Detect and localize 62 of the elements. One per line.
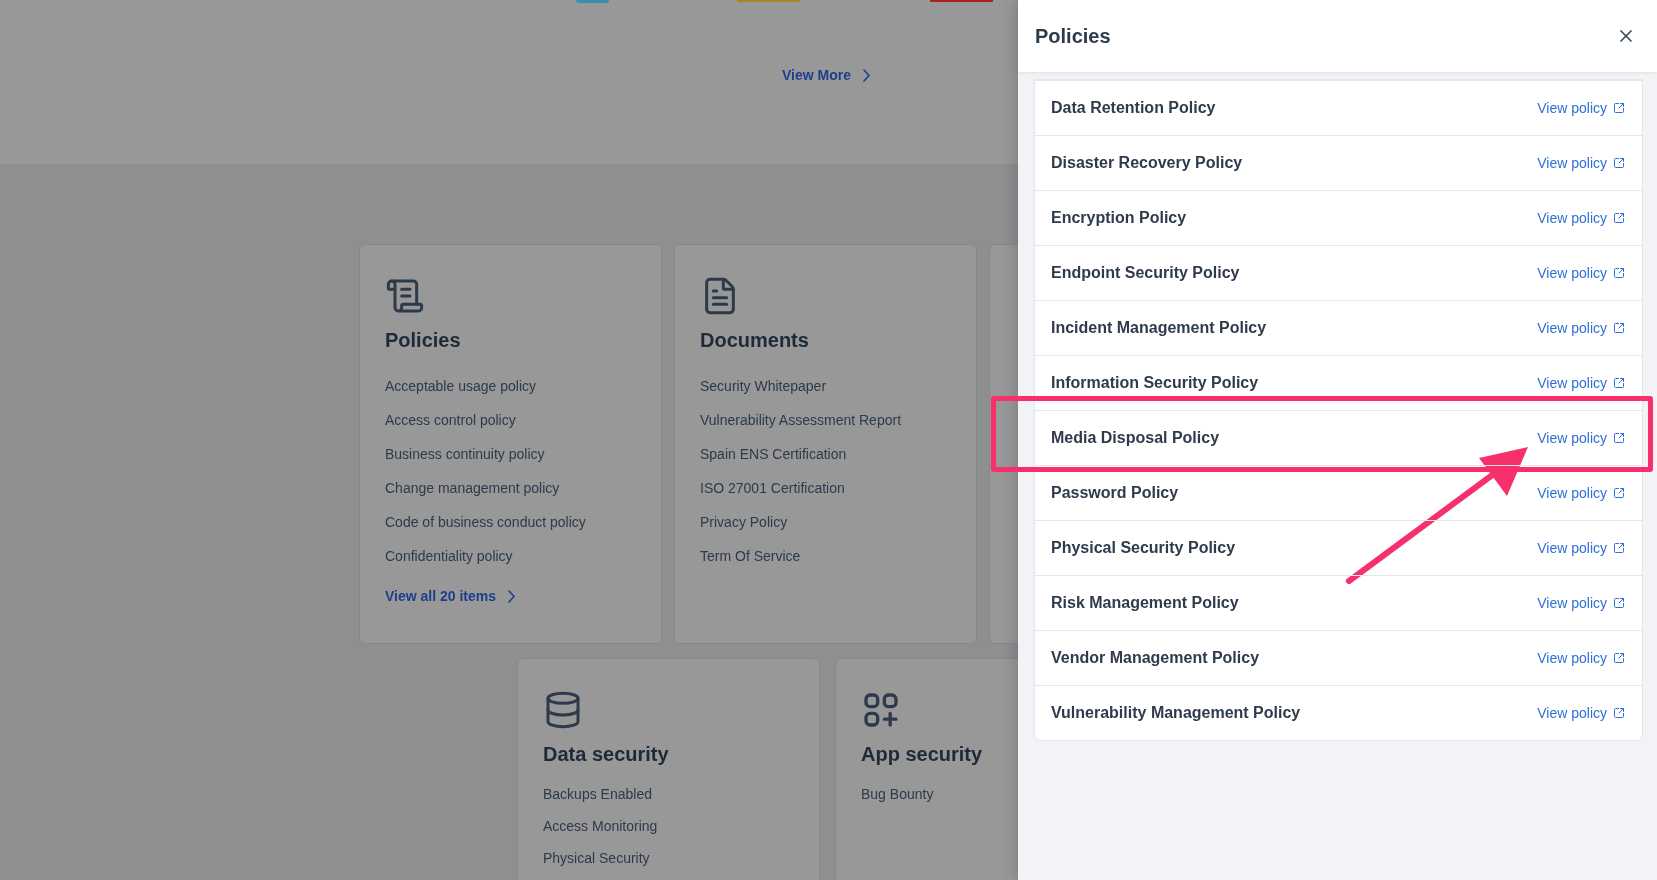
- policy-name: Data Retention Policy: [1051, 98, 1216, 118]
- external-link-icon: [1613, 542, 1625, 554]
- card-link[interactable]: Change management policy: [385, 478, 636, 498]
- external-link-icon: [1613, 102, 1625, 114]
- policy-name: Vulnerability Management Policy: [1051, 703, 1301, 723]
- card-link[interactable]: Physical Security: [543, 848, 794, 868]
- card-link[interactable]: Privacy Policy: [700, 512, 951, 532]
- card-link[interactable]: Vulnerability Assessment Report: [700, 410, 951, 430]
- view-all-link[interactable]: View all 20 items: [385, 586, 516, 606]
- policy-name: Physical Security Policy: [1051, 538, 1236, 558]
- drawer-title: Policies: [1035, 24, 1111, 49]
- external-link-icon: [1613, 432, 1625, 444]
- view-policy-link[interactable]: View policy: [1537, 592, 1625, 614]
- card-title: Data security: [543, 742, 670, 767]
- policy-name: Password Policy: [1051, 483, 1179, 503]
- card-link[interactable]: Business continuity policy: [385, 444, 636, 464]
- card-link[interactable]: Security Whitepaper: [700, 376, 951, 396]
- external-link-icon: [1613, 377, 1625, 389]
- card-link[interactable]: Spain ENS Certification: [700, 444, 951, 464]
- view-policy-link[interactable]: View policy: [1537, 537, 1625, 559]
- chevron-right-icon: [508, 589, 516, 603]
- policy-name: Media Disposal Policy: [1051, 428, 1220, 448]
- card-title: App security: [861, 742, 984, 767]
- policy-name: Endpoint Security Policy: [1051, 263, 1240, 283]
- card-link[interactable]: Acceptable usage policy: [385, 376, 636, 396]
- external-link-icon: [1613, 707, 1625, 719]
- view-policy-link[interactable]: View policy: [1537, 152, 1625, 174]
- card-link[interactable]: Code of business conduct policy: [385, 512, 636, 532]
- view-policy-link[interactable]: View policy: [1537, 97, 1625, 119]
- apps-icon: [861, 690, 901, 730]
- external-link-icon: [1613, 652, 1625, 664]
- card-link[interactable]: Backups Enabled: [543, 784, 794, 804]
- external-link-icon: [1613, 157, 1625, 169]
- policy-name: Risk Management Policy: [1051, 593, 1239, 613]
- policy-name: Vendor Management Policy: [1051, 648, 1260, 668]
- policy-name: Information Security Policy: [1051, 373, 1259, 393]
- external-link-icon: [1613, 212, 1625, 224]
- card-link[interactable]: ISO 27001 Certification: [700, 478, 951, 498]
- card-link[interactable]: Confidentiality policy: [385, 546, 636, 566]
- policy-name: Encryption Policy: [1051, 208, 1187, 228]
- view-policy-link[interactable]: View policy: [1537, 262, 1625, 284]
- logo-fragment: [576, 0, 609, 3]
- policy-name: Incident Management Policy: [1051, 318, 1267, 338]
- external-link-icon: [1613, 322, 1625, 334]
- external-link-icon: [1613, 597, 1625, 609]
- card-link[interactable]: Term Of Service: [700, 546, 951, 566]
- card-title: Policies: [385, 328, 462, 353]
- chevron-right-icon: [863, 69, 870, 82]
- card-link[interactable]: Access control policy: [385, 410, 636, 430]
- view-more-link[interactable]: View More: [782, 65, 870, 86]
- external-link-icon: [1613, 487, 1625, 499]
- policy-name: Disaster Recovery Policy: [1051, 153, 1243, 173]
- view-policy-link[interactable]: View policy: [1537, 207, 1625, 229]
- card-title: Documents: [700, 328, 810, 353]
- view-policy-link[interactable]: View policy: [1537, 372, 1625, 394]
- external-link-icon: [1613, 267, 1625, 279]
- view-policy-link[interactable]: View policy: [1537, 647, 1625, 669]
- view-policy-link[interactable]: View policy: [1537, 702, 1625, 724]
- card-link[interactable]: Access Monitoring: [543, 816, 794, 836]
- view-policy-link[interactable]: View policy: [1537, 427, 1625, 449]
- view-policy-link[interactable]: View policy: [1537, 482, 1625, 504]
- view-policy-link[interactable]: View policy: [1537, 317, 1625, 339]
